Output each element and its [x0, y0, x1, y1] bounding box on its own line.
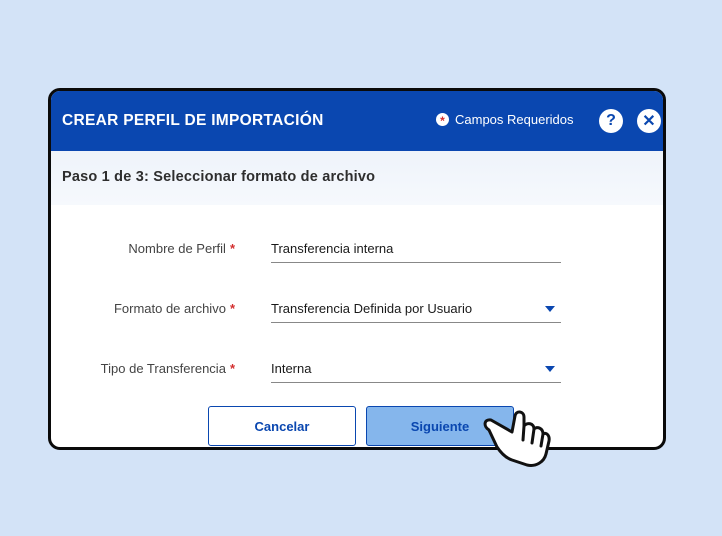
profile-name-input[interactable]: Transferencia interna [271, 233, 561, 263]
file-format-label: Formato de archivo * [113, 301, 235, 316]
file-format-value: Transferencia Definida por Usuario [271, 301, 473, 316]
dialog-header: CREAR PERFIL DE IMPORTACIÓN * Campos Req… [51, 91, 663, 151]
required-marker: * [229, 301, 235, 316]
required-fields-note: * Campos Requeridos [436, 112, 574, 127]
transfer-type-select[interactable]: Interna [271, 353, 561, 383]
file-format-select[interactable]: Transferencia Definida por Usuario [271, 293, 561, 323]
profile-name-value: Transferencia interna [271, 241, 394, 256]
file-format-row: Formato de archivo * Transferencia Defini… [51, 293, 663, 333]
required-asterisk-icon: * [436, 113, 449, 127]
chevron-down-icon [545, 306, 555, 312]
close-icon[interactable]: ✕ [637, 109, 661, 133]
help-icon[interactable]: ? [599, 109, 623, 133]
required-marker: * [229, 241, 235, 256]
cancel-button[interactable]: Cancelar [208, 406, 356, 446]
transfer-type-row: Tipo de Transferencia * Interna [51, 353, 663, 393]
step-indicator: Paso 1 de 3: Seleccionar formato de arch… [51, 151, 663, 205]
hand-pointer-icon [483, 410, 551, 467]
required-marker: * [229, 361, 235, 376]
import-profile-dialog: CREAR PERFIL DE IMPORTACIÓN * Campos Req… [48, 88, 666, 450]
required-fields-label: Campos Requeridos [455, 112, 574, 127]
transfer-type-label: Tipo de Transferencia * [100, 361, 235, 376]
step-text: Paso 1 de 3: Seleccionar formato de arch… [62, 169, 376, 185]
chevron-down-icon [545, 366, 555, 372]
profile-name-label: Nombre de Perfil * [128, 241, 235, 256]
dialog-title: CREAR PERFIL DE IMPORTACIÓN [62, 112, 324, 129]
transfer-type-value: Interna [271, 361, 312, 376]
profile-name-row: Nombre de Perfil * Transferencia interna [51, 233, 663, 273]
